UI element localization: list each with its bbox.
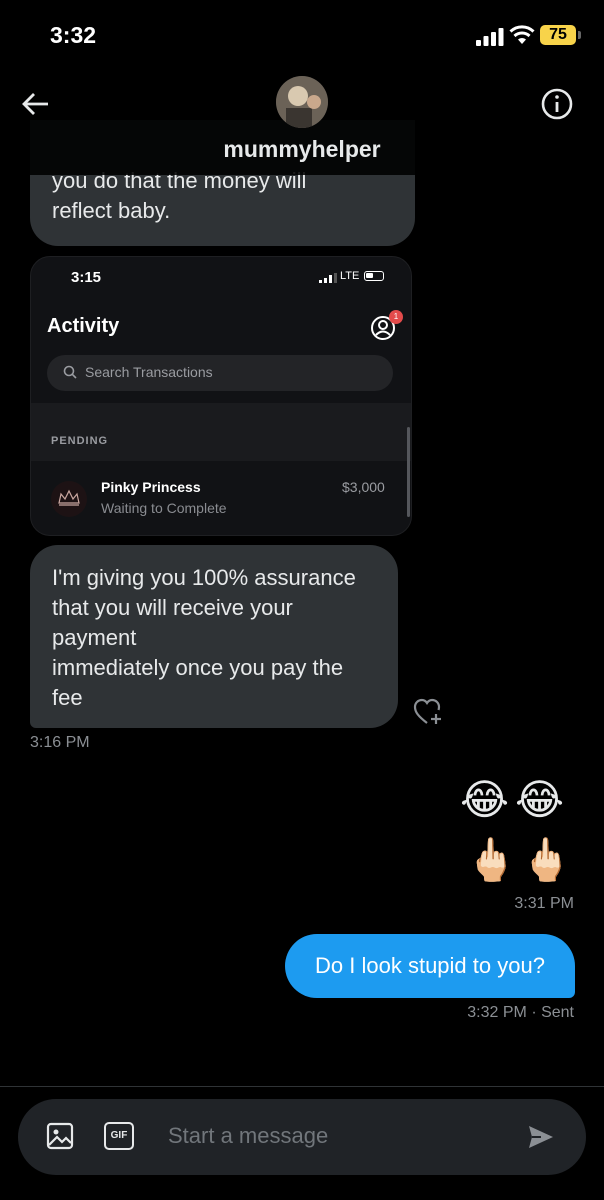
conversation-header: mummyhelper <box>0 70 604 175</box>
contact-avatar[interactable] <box>276 76 328 128</box>
scrollbar <box>407 427 410 517</box>
wifi-icon <box>509 25 535 44</box>
cellular-signal-icon <box>476 28 504 46</box>
message-composer: GIF <box>18 1099 586 1175</box>
laughing-emoji: 😂 <box>460 776 510 823</box>
notification-badge: 1 <box>389 310 403 324</box>
avatar-photo <box>276 76 328 128</box>
search-placeholder: Search Transactions <box>85 364 213 380</box>
message-input[interactable] <box>168 1123 508 1149</box>
incoming-message-bubble[interactable]: I'm giving you 100% assurance that you w… <box>30 545 398 728</box>
signal-icon <box>319 273 337 283</box>
transaction-name: Pinky Princess <box>101 479 201 495</box>
battery-icon <box>364 271 384 281</box>
message-line: payment <box>52 625 137 650</box>
transaction-amount: $3,000 <box>342 479 385 495</box>
gif-button[interactable]: GIF <box>104 1122 134 1150</box>
message-timestamp: 3:31 PM <box>514 895 574 912</box>
screenshot-search-bar: Search Transactions <box>47 355 393 391</box>
crown-avatar <box>51 481 87 517</box>
battery-indicator: 75 <box>540 25 576 45</box>
middle-finger-emoji: 🖕🏻 <box>465 836 518 883</box>
status-bar: 3:32 75 <box>0 0 604 70</box>
laughing-emoji: 😂 <box>515 776 565 823</box>
add-reaction-icon[interactable] <box>412 697 444 727</box>
contact-name[interactable]: mummyhelper <box>0 136 604 163</box>
section-label: PENDING <box>51 435 109 447</box>
message-line: immediately once you pay the <box>52 655 344 680</box>
message-timestamp: 3:16 PM <box>30 734 90 751</box>
screenshot-time: 3:15 <box>71 269 102 286</box>
send-icon[interactable] <box>527 1123 555 1151</box>
message-timestamp: 3:32 PM · Sent <box>467 1004 574 1021</box>
message-line: that you will receive your <box>52 595 293 620</box>
outgoing-message-bubble[interactable]: Do I look stupid to you? <box>285 934 575 998</box>
message-line: I'm giving you 100% assurance <box>52 565 356 590</box>
transaction-status: Waiting to Complete <box>101 500 227 516</box>
search-icon <box>63 365 77 379</box>
message-line: reflect baby. <box>52 198 171 223</box>
image-icon[interactable] <box>46 1122 74 1150</box>
composer-divider <box>0 1086 604 1087</box>
pending-section: PENDING <box>31 403 411 461</box>
network-label: LTE <box>340 270 360 282</box>
battery-nub <box>578 31 581 39</box>
status-time: 3:32 <box>50 22 97 48</box>
info-icon[interactable] <box>540 87 574 121</box>
middle-finger-emoji: 🖕🏻 <box>520 836 573 883</box>
attached-screenshot[interactable]: 3:15 LTE Activity 1 Search Transactions … <box>30 256 412 536</box>
message-line: fee <box>52 685 83 710</box>
back-arrow-icon[interactable] <box>20 88 52 120</box>
crown-icon <box>58 489 80 506</box>
screenshot-title: Activity <box>47 315 120 337</box>
